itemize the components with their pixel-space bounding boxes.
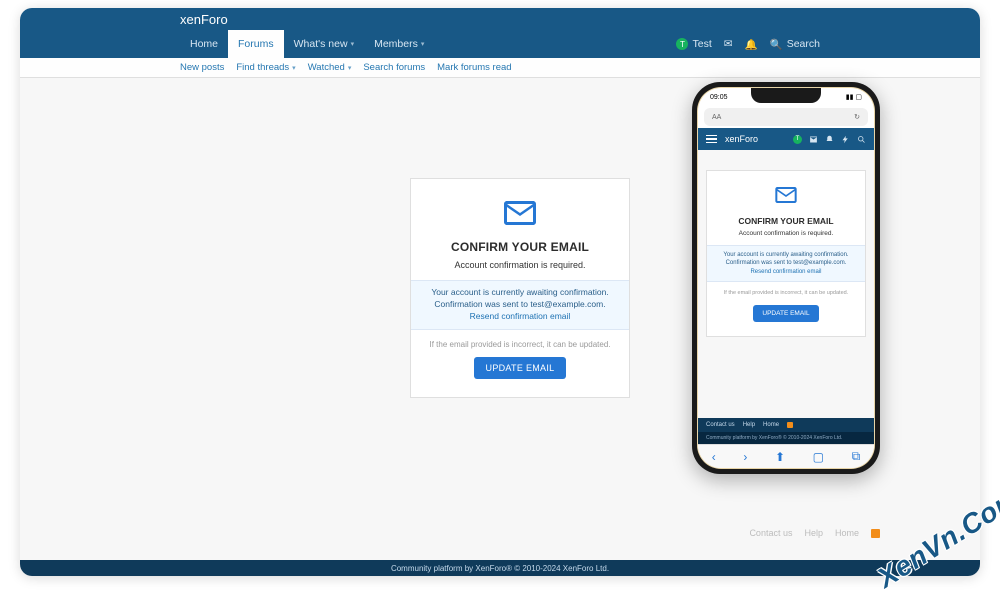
phone-home-link[interactable]: Home xyxy=(763,422,779,428)
brand-logo[interactable]: xenForo xyxy=(180,12,228,27)
back-icon[interactable]: ‹ xyxy=(712,450,716,464)
phone-contact-link[interactable]: Contact us xyxy=(706,422,735,428)
search-icon: 🔍 xyxy=(770,38,783,51)
nav-forums[interactable]: Forums xyxy=(228,30,284,58)
sub-nav: New posts Find threads ▾ Watched ▾ Searc… xyxy=(20,58,980,78)
hamburger-icon[interactable] xyxy=(706,135,717,144)
phone-card-subtitle: Account confirmation is required. xyxy=(707,230,865,237)
subnav-search-forums[interactable]: Search forums xyxy=(363,62,425,73)
forward-icon[interactable]: › xyxy=(743,450,747,464)
subnav-watched[interactable]: Watched ▾ xyxy=(308,62,352,73)
phone-brand-logo[interactable]: xenForo xyxy=(725,134,758,144)
phone-help-link[interactable]: Help xyxy=(743,422,755,428)
inbox-icon[interactable]: ✉ xyxy=(724,38,733,50)
footer-contact-link[interactable]: Contact us xyxy=(749,528,792,538)
footer-links: Contact us Help Home xyxy=(749,528,880,538)
phone-resend-link[interactable]: Resend confirmation email xyxy=(715,268,857,276)
resend-link[interactable]: Resend confirmation email xyxy=(421,311,619,323)
message-box: Your account is currently awaiting confi… xyxy=(411,280,629,330)
tabs-icon[interactable]: ⧉ xyxy=(852,449,861,464)
phone-bolt-icon[interactable] xyxy=(841,135,850,144)
nav-home[interactable]: Home xyxy=(180,30,228,58)
share-icon[interactable]: ⬆ xyxy=(775,450,785,464)
subnav-find-threads[interactable]: Find threads ▾ xyxy=(236,62,295,73)
phone-search-icon[interactable] xyxy=(857,135,866,144)
phone-hint-text: If the email provided is incorrect, it c… xyxy=(715,290,857,296)
header-bar: xenForo xyxy=(20,8,980,30)
phone-envelope-icon xyxy=(775,187,797,203)
nav-members[interactable]: Members ▾ xyxy=(364,30,434,58)
bookmarks-icon[interactable]: ▢ xyxy=(813,450,824,464)
battery-icon: ▮▮ ▢ xyxy=(846,93,862,101)
phone-url-bar[interactable]: AA ↻ xyxy=(704,108,868,126)
phone-inbox-icon[interactable] xyxy=(809,135,818,144)
phone-header: xenForo T xyxy=(698,128,874,150)
phone-mockup: 09:05 ▮▮ ▢ AA ↻ xenForo T xyxy=(692,82,880,474)
nav-whats-new[interactable]: What's new ▾ xyxy=(284,30,364,58)
chevron-down-icon: ▾ xyxy=(292,64,296,72)
user-menu[interactable]: T Test xyxy=(676,38,711,50)
phone-message-box: Your account is currently awaiting confi… xyxy=(707,245,865,282)
copyright-bar: Community platform by XenForo® © 2010-20… xyxy=(20,560,980,576)
hint-text: If the email provided is incorrect, it c… xyxy=(421,340,619,349)
alerts-icon[interactable]: 🔔 xyxy=(745,38,758,51)
subnav-mark-read[interactable]: Mark forums read xyxy=(437,62,511,73)
envelope-icon xyxy=(504,201,536,225)
phone-alerts-icon[interactable] xyxy=(825,135,834,144)
card-subtitle: Account confirmation is required. xyxy=(411,260,629,270)
update-email-button[interactable]: UPDATE EMAIL xyxy=(474,357,567,379)
page-content: CONFIRM YOUR EMAIL Account confirmation … xyxy=(20,78,980,560)
phone-confirm-card: CONFIRM YOUR EMAIL Account confirmation … xyxy=(706,170,866,337)
footer-home-link[interactable]: Home xyxy=(835,528,859,538)
card-title: CONFIRM YOUR EMAIL xyxy=(411,240,629,254)
avatar-icon: T xyxy=(676,38,688,50)
confirm-email-card: CONFIRM YOUR EMAIL Account confirmation … xyxy=(410,178,630,398)
phone-copyright: Community platform by XenForo® © 2010-20… xyxy=(698,432,874,444)
footer-help-link[interactable]: Help xyxy=(804,528,823,538)
phone-footer: Contact us Help Home xyxy=(698,418,874,432)
chevron-down-icon: ▾ xyxy=(421,40,425,48)
rss-icon[interactable] xyxy=(871,529,880,538)
subnav-new-posts[interactable]: New posts xyxy=(180,62,224,73)
phone-card-title: CONFIRM YOUR EMAIL xyxy=(707,216,865,226)
phone-avatar-icon[interactable]: T xyxy=(793,135,802,144)
refresh-icon[interactable]: ↻ xyxy=(854,113,860,121)
phone-update-email-button[interactable]: UPDATE EMAIL xyxy=(753,305,818,322)
chevron-down-icon: ▾ xyxy=(348,64,352,72)
search-trigger[interactable]: 🔍 Search xyxy=(770,38,820,51)
phone-safari-toolbar: ‹ › ⬆ ▢ ⧉ xyxy=(698,444,874,468)
chevron-down-icon: ▾ xyxy=(351,40,355,48)
phone-rss-icon[interactable] xyxy=(787,422,793,428)
phone-notch xyxy=(751,88,821,103)
main-nav: Home Forums What's new ▾ Members ▾ T Tes… xyxy=(20,30,980,58)
